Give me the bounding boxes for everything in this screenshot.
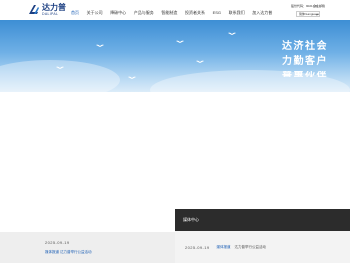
logo-name-cn: 达力普 — [42, 3, 66, 12]
nav-item-home[interactable]: 首页 — [70, 10, 80, 21]
bird-icon — [176, 40, 184, 43]
bird-icon — [96, 44, 104, 47]
nav-item-careers[interactable]: 加入达力普 — [251, 10, 273, 18]
bird-icon — [56, 66, 64, 69]
nav-item-about[interactable]: 关于公司 — [86, 10, 104, 18]
hero-slogan-line-3: 普惠伙伴 — [282, 71, 328, 77]
media-center-header: 媒体中心 — [175, 209, 350, 231]
bird-icon — [196, 60, 204, 63]
list-item[interactable]: 2025-09-19 媒体报道 达力普举行公益活动 — [185, 244, 266, 250]
nav-item-esg[interactable]: ESG — [212, 10, 222, 18]
nav-item-smart-manufacturing[interactable]: 智能制造 — [160, 10, 178, 18]
media-center-panel: 媒体中心 2025-09-19 媒体报道 达力普举行公益活动 — [175, 209, 350, 263]
cloud-decoration — [0, 60, 120, 92]
hero-slogan-line-1: 达济社会 — [282, 41, 328, 52]
hero-slogan-line-2: 力勤客户 — [282, 56, 328, 67]
logo-mark-icon — [29, 5, 39, 14]
featured-news[interactable]: 2025-09-19 媒体报道 达力普举行公益活动 — [0, 232, 175, 263]
featured-news-date: 2025-09-19 — [45, 240, 70, 245]
bird-icon — [128, 76, 136, 79]
bird-icon — [228, 32, 236, 35]
site-header: 达力普 DALIPAL 首页 关于公司 降碳中心 产品与服务 智能制造 投资者关… — [0, 0, 350, 21]
media-center-title: 媒体中心 — [183, 217, 199, 222]
nav-item-investor-relations[interactable]: 投资者关系 — [184, 10, 206, 18]
corp-mail-link[interactable]: 企业邮箱 — [313, 4, 325, 8]
language-select[interactable]: 简体/Language — [296, 11, 320, 17]
main-nav: 首页 关于公司 降碳中心 产品与服务 智能制造 投资者关系 ESG 联系我们 加… — [70, 10, 279, 21]
logo[interactable]: 达力普 DALIPAL — [28, 3, 68, 17]
logo-name-en: DALIPAL — [42, 12, 59, 16]
featured-news-headline: 媒体报道 达力普举行公益活动 — [45, 250, 92, 254]
nav-item-products[interactable]: 产品与服务 — [133, 10, 155, 18]
hero-banner: 达济社会 力勤客户 普惠伙伴 — [0, 20, 350, 92]
chevron-down-icon — [316, 14, 318, 15]
nav-item-contact[interactable]: 联系我们 — [228, 10, 246, 18]
news-headline: 达力普举行公益活动 — [234, 244, 266, 249]
nav-item-carbon[interactable]: 降碳中心 — [109, 10, 127, 18]
news-date: 2025-09-19 — [185, 244, 210, 250]
news-tag: 媒体报道 — [216, 244, 231, 249]
